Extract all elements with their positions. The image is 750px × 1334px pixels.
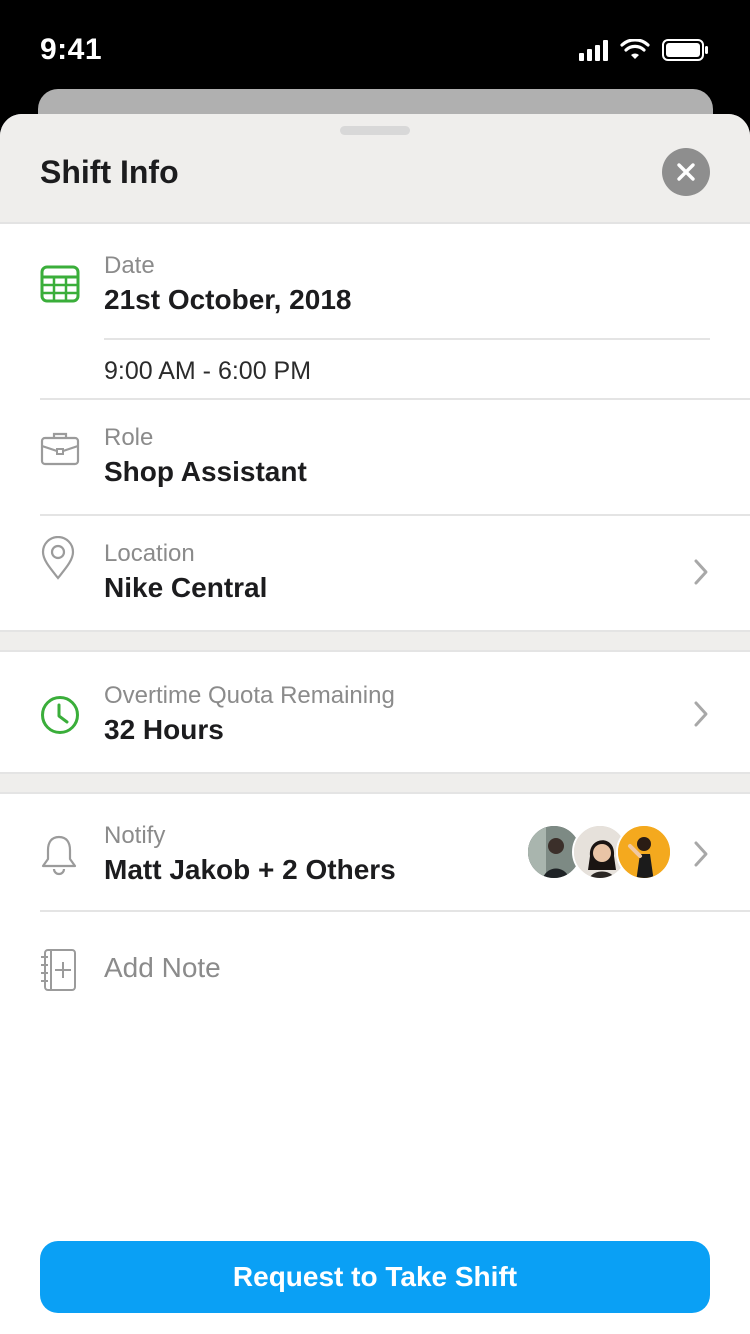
status-icons xyxy=(579,38,710,62)
notify-value: Matt Jakob + 2 Others xyxy=(104,854,396,885)
notebook-plus-icon xyxy=(41,949,76,991)
avatar xyxy=(616,824,672,880)
status-time: 9:41 xyxy=(40,33,103,66)
close-icon xyxy=(677,163,695,181)
location-value: Nike Central xyxy=(104,572,268,603)
date-label: Date xyxy=(104,252,155,279)
drag-handle[interactable] xyxy=(340,126,410,135)
chevron-right-icon xyxy=(694,841,708,867)
notify-label: Notify xyxy=(104,822,166,849)
add-note-row[interactable]: Add Note xyxy=(0,912,750,1022)
sheet-header: Shift Info xyxy=(0,114,750,224)
close-button[interactable] xyxy=(662,148,710,196)
divider xyxy=(104,338,710,340)
status-bar: 9:41 xyxy=(0,0,750,100)
section-separator xyxy=(0,772,750,794)
clock-icon xyxy=(41,696,79,734)
section-separator xyxy=(0,630,750,652)
signal-icon xyxy=(579,39,608,61)
role-row[interactable]: Role Shop Assistant xyxy=(0,400,750,514)
date-row[interactable]: Date 21st October, 2018 9:00 AM - 6:00 P… xyxy=(0,224,750,399)
battery-icon xyxy=(662,39,708,61)
add-note-input[interactable]: Add Note xyxy=(104,952,221,984)
wifi-icon xyxy=(620,39,650,59)
bell-icon xyxy=(41,835,77,876)
location-label: Location xyxy=(104,540,195,567)
calendar-icon xyxy=(40,265,80,303)
role-value: Shop Assistant xyxy=(104,456,307,487)
overtime-label: Overtime Quota Remaining xyxy=(104,682,395,709)
time-range: 9:00 AM - 6:00 PM xyxy=(104,357,312,385)
briefcase-icon xyxy=(40,432,80,466)
overtime-row[interactable]: Overtime Quota Remaining 32 Hours xyxy=(0,656,750,772)
role-label: Role xyxy=(104,424,154,451)
overtime-value: 32 Hours xyxy=(104,714,224,745)
sheet-title: Shift Info xyxy=(40,154,179,190)
chevron-right-icon xyxy=(694,559,708,585)
location-row[interactable]: Location Nike Central xyxy=(0,516,750,630)
chevron-right-icon xyxy=(694,701,708,727)
notify-row[interactable]: Notify Matt Jakob + 2 Others xyxy=(0,796,750,910)
location-pin-icon xyxy=(41,536,75,580)
shift-info-sheet: Shift Info Date 21st October, 2018 9:00 … xyxy=(0,114,750,1334)
request-shift-button[interactable]: Request to Take Shift xyxy=(40,1241,710,1313)
notify-avatars[interactable] xyxy=(526,824,672,882)
date-value: 21st October, 2018 xyxy=(104,284,352,315)
